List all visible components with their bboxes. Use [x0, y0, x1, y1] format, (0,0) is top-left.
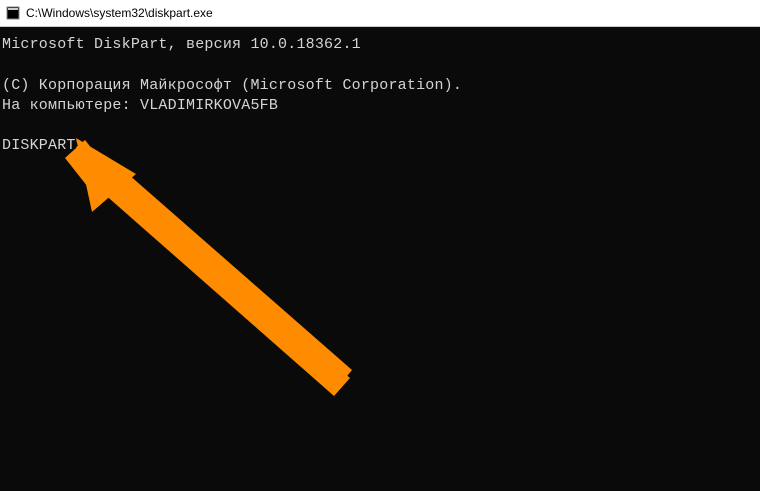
console-line: На компьютере: VLADIMIRKOVA5FB [2, 97, 278, 114]
title-bar[interactable]: C:\Windows\system32\diskpart.exe [0, 0, 760, 27]
console-output[interactable]: Microsoft DiskPart, версия 10.0.18362.1 … [0, 27, 760, 491]
console-window: C:\Windows\system32\diskpart.exe Microso… [0, 0, 760, 491]
diskpart-prompt: DISKPART> [2, 137, 85, 154]
window-title: C:\Windows\system32\diskpart.exe [26, 6, 213, 20]
console-line: (C) Корпорация Майкрософт (Microsoft Cor… [2, 77, 462, 94]
application-icon [6, 6, 20, 20]
console-line: Microsoft DiskPart, версия 10.0.18362.1 [2, 36, 361, 53]
